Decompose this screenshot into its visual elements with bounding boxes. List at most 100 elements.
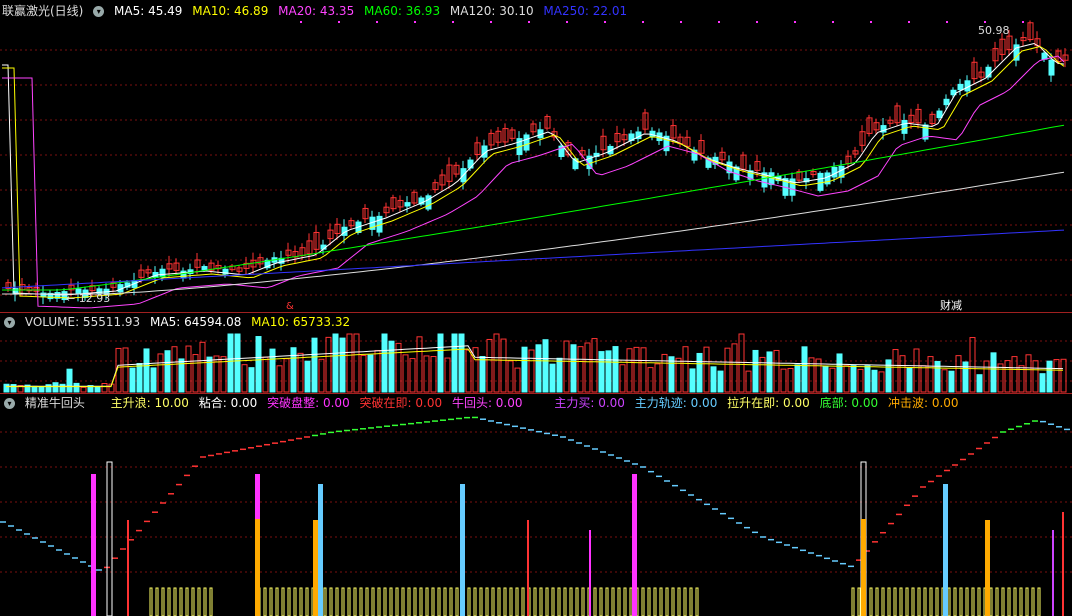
volume-bar	[563, 340, 570, 393]
base-tick	[407, 587, 411, 616]
volume-bar	[843, 365, 850, 393]
volume-bar	[773, 349, 780, 393]
base-tick	[431, 587, 435, 616]
base-tick	[689, 587, 693, 616]
volume-bar	[1060, 358, 1067, 393]
volume-chart[interactable]	[0, 331, 1072, 393]
base-tick	[923, 587, 927, 616]
volume-bar	[717, 370, 724, 393]
volume-bar	[864, 365, 871, 393]
volume-bar	[521, 346, 528, 393]
volume-bar	[808, 357, 815, 393]
volume-label: VOLUME: 55511.93	[24, 315, 141, 329]
base-tick	[1007, 587, 1011, 616]
volume-bar	[199, 341, 206, 393]
base-tick	[1031, 587, 1035, 616]
volume-bar	[332, 333, 339, 393]
top-dot	[338, 21, 340, 23]
volume-bar	[493, 333, 500, 393]
base-tick	[659, 587, 663, 616]
ind-zhulimai: 主力买: 0.00	[554, 396, 625, 410]
indicator-collapse-icon[interactable]: ▾	[4, 398, 15, 409]
top-dot	[300, 21, 302, 23]
volume-collapse-icon[interactable]: ▾	[4, 317, 15, 328]
volume-bar	[801, 346, 808, 393]
volume-bar	[682, 346, 689, 393]
volume-bar	[157, 353, 164, 393]
signal-bar	[313, 520, 318, 616]
base-tick	[647, 587, 651, 616]
high-price-label: 50.98	[978, 24, 1010, 37]
volume-bar	[38, 386, 45, 393]
volume-bar	[661, 353, 668, 393]
base-tick	[149, 587, 153, 616]
volume-bar	[262, 356, 269, 393]
ind-tupo-zaiji: 突破在即: 0.00	[359, 396, 443, 410]
volume-bar	[52, 382, 59, 393]
volume-bar	[766, 351, 773, 393]
volume-bar	[696, 352, 703, 393]
base-tick	[341, 587, 345, 616]
volume-bar	[297, 352, 304, 393]
base-tick	[287, 587, 291, 616]
base-tick	[419, 587, 423, 616]
volume-bar	[703, 346, 710, 393]
base-tick	[467, 587, 471, 616]
base-tick	[491, 587, 495, 616]
base-tick	[305, 587, 309, 616]
base-tick	[281, 587, 285, 616]
base-tick	[203, 587, 207, 616]
volume-bar	[584, 342, 591, 393]
volume-bar	[73, 382, 80, 393]
volume-bar	[353, 333, 360, 393]
base-tick	[335, 587, 339, 616]
base-tick	[329, 587, 333, 616]
ma60-label: MA60: 36.93	[364, 4, 441, 18]
volume-bar	[304, 360, 311, 393]
volume-bar	[325, 336, 332, 393]
base-tick	[581, 587, 585, 616]
base-tick	[401, 587, 405, 616]
candle-body	[817, 172, 824, 191]
base-tick	[947, 587, 951, 616]
base-tick	[1001, 587, 1005, 616]
base-tick	[611, 587, 615, 616]
base-tick	[533, 587, 537, 616]
indicator-name[interactable]: 精准牛回头	[25, 394, 85, 412]
price-chart[interactable]: 50.98 ← 12.93 & 财减	[0, 20, 1072, 312]
volume-bar	[66, 368, 73, 393]
volume-bar	[647, 367, 654, 393]
volume-panel-header: ▾ VOLUME: 55511.93 MA5: 64594.08 MA10: 6…	[0, 313, 1072, 331]
base-tick	[959, 587, 963, 616]
candle-body	[831, 166, 838, 178]
top-dot	[908, 21, 910, 23]
volume-bar	[528, 349, 535, 393]
base-tick	[191, 587, 195, 616]
volume-bar	[458, 333, 465, 393]
base-tick	[971, 587, 975, 616]
base-tick	[551, 587, 555, 616]
base-tick	[167, 587, 171, 616]
top-dot	[604, 21, 606, 23]
candle-body	[159, 268, 166, 278]
ma250-label: MA250: 22.01	[543, 4, 628, 18]
base-tick	[263, 587, 267, 616]
price-collapse-icon[interactable]: ▾	[93, 6, 105, 17]
base-tick	[857, 587, 861, 616]
base-tick	[473, 587, 477, 616]
volume-bar	[409, 358, 416, 393]
volume-bar	[822, 365, 829, 393]
volume-bar	[927, 356, 934, 393]
indicator-chart[interactable]	[0, 412, 1072, 616]
volume-bar	[752, 349, 759, 393]
volume-bar	[689, 368, 696, 393]
signal-bar	[1062, 512, 1064, 616]
volume-bar	[850, 365, 857, 393]
base-tick	[569, 587, 573, 616]
volume-bar	[451, 333, 458, 393]
ind-tupo-panzheng: 突破盘整: 0.00	[267, 396, 350, 410]
top-dot	[946, 21, 948, 23]
volume-bar	[507, 360, 514, 393]
volume-bar	[444, 357, 451, 393]
volume-bar	[59, 383, 66, 393]
